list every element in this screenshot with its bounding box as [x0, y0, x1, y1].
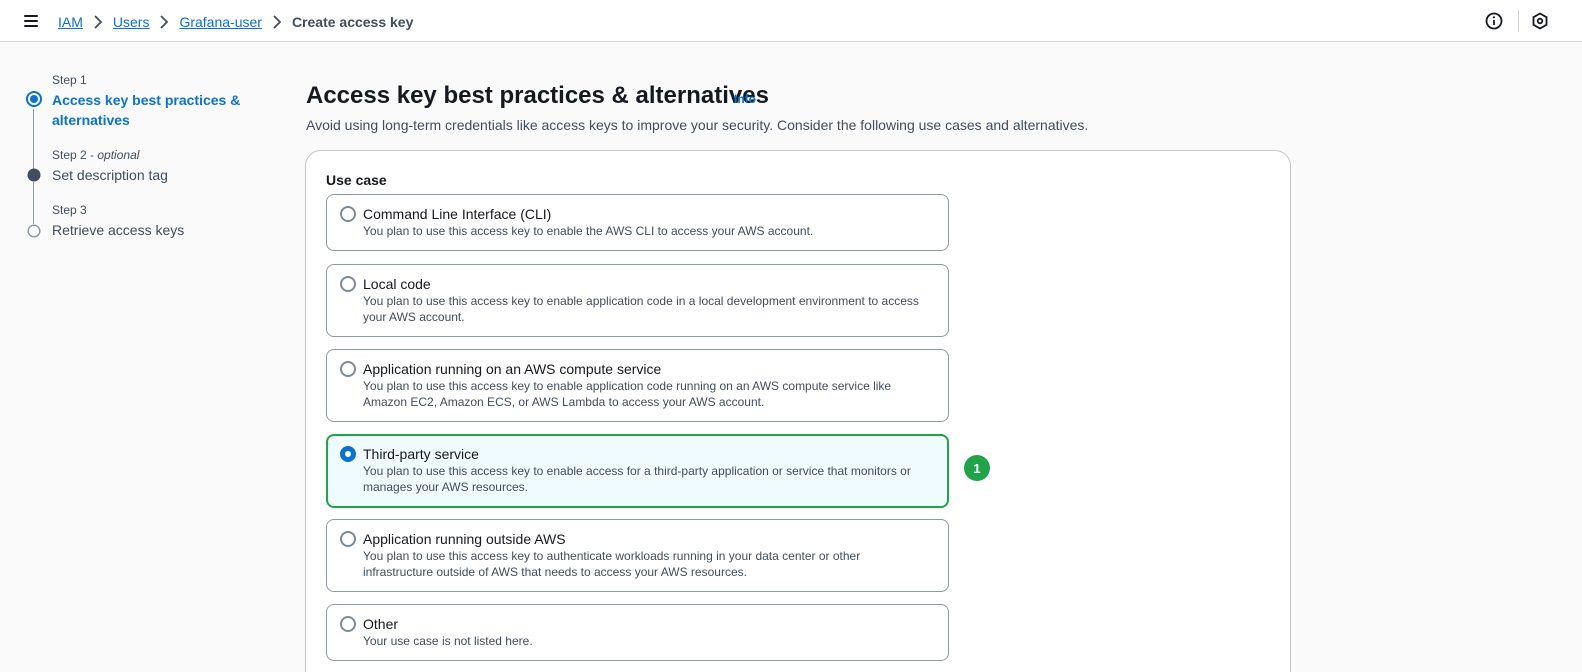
step-3-title: Retrieve access keys — [52, 222, 185, 238]
step-active-icon — [26, 91, 42, 112]
option-title: Command Line Interface (CLI) — [363, 206, 552, 222]
step-completed-icon — [26, 167, 42, 188]
use-case-option-third-party[interactable]: Third-party service You plan to use this… — [326, 434, 949, 508]
step-1-number: Step 1 — [52, 73, 87, 87]
annotation-badge: 1 — [964, 455, 990, 481]
info-circle-icon[interactable] — [1485, 12, 1503, 30]
page-title: Access key best practices & alternatives — [306, 82, 769, 109]
step-pending-icon — [26, 223, 42, 244]
step-2-title: Set description tag — [52, 167, 168, 183]
option-title: Local code — [363, 276, 431, 292]
option-desc-line1: You plan to use this access key to enabl… — [363, 294, 919, 308]
option-title: Third-party service — [363, 446, 479, 462]
option-description: You plan to use this access key to enabl… — [363, 378, 938, 410]
option-description: You plan to use this access key to enabl… — [363, 463, 938, 495]
use-case-option-outside-aws[interactable]: Application running outside AWS You plan… — [326, 519, 949, 592]
radio-button[interactable] — [340, 616, 356, 632]
hexagon-gear-icon[interactable] — [1531, 12, 1549, 30]
chevron-right-icon — [149, 14, 179, 30]
option-desc-line1: You plan to use this access key to enabl… — [363, 464, 911, 478]
use-case-label: Use case — [326, 172, 387, 188]
use-case-option-cli[interactable]: Command Line Interface (CLI) You plan to… — [326, 194, 949, 251]
radio-button-selected[interactable] — [340, 446, 356, 462]
option-desc-line2: Amazon EC2, Amazon ECS, or AWS Lambda to… — [363, 395, 765, 409]
option-desc-line2: infrastructure outside of AWS that needs… — [363, 565, 747, 579]
radio-button[interactable] — [340, 276, 356, 292]
step-2-optional: optional — [97, 148, 140, 162]
option-description: You plan to use this access key to enabl… — [363, 223, 938, 239]
option-title: Application running outside AWS — [363, 531, 566, 547]
use-case-option-aws-compute[interactable]: Application running on an AWS compute se… — [326, 349, 949, 422]
step-2-number-text: Step 2 — [52, 148, 87, 162]
option-title: Application running on an AWS compute se… — [363, 361, 662, 377]
option-desc-line2: manages your AWS resources. — [363, 480, 528, 494]
step-1-title-line2: alternatives — [52, 112, 130, 128]
step-1-title-line1: Access key best practices & — [52, 92, 241, 108]
option-desc-line1: You plan to use this access key to enabl… — [363, 224, 814, 238]
option-desc-line1: You plan to use this access key to enabl… — [363, 379, 892, 393]
option-description: You plan to use this access key to authe… — [363, 548, 938, 580]
hamburger-menu-icon[interactable] — [22, 13, 40, 29]
use-case-option-other[interactable]: Other Your use case is not listed here. — [326, 604, 949, 661]
breadcrumb-iam-link[interactable]: IAM — [58, 14, 83, 30]
chevron-right-icon — [262, 14, 292, 30]
option-desc-line1: Your use case is not listed here. — [363, 634, 533, 648]
chevron-right-icon — [83, 14, 113, 30]
breadcrumb-current-page: Create access key — [291, 14, 414, 30]
page-description: Avoid using long-term credentials like a… — [306, 117, 1089, 133]
step-3-number: Step 3 — [52, 203, 87, 217]
step-2-number: Step 2 - optional — [52, 148, 140, 162]
breadcrumb-grafana-user-link[interactable]: Grafana-user — [179, 14, 261, 30]
radio-button[interactable] — [340, 531, 356, 547]
radio-button[interactable] — [340, 361, 356, 377]
option-desc-line2: your AWS account. — [363, 310, 465, 324]
info-link[interactable]: Info — [734, 92, 756, 106]
top-navigation-bar: IAM Users Grafana-user Create access key — [0, 0, 1582, 42]
step-connector-line — [33, 109, 34, 173]
option-description: You plan to use this access key to enabl… — [363, 293, 938, 325]
radio-button[interactable] — [340, 206, 356, 222]
option-title: Other — [363, 616, 399, 632]
step-connector-line — [33, 181, 34, 224]
option-description: Your use case is not listed here. — [363, 633, 938, 649]
use-case-option-local-code[interactable]: Local code You plan to use this access k… — [326, 264, 949, 337]
option-desc-line1: You plan to use this access key to authe… — [363, 549, 861, 563]
breadcrumb-users-link[interactable]: Users — [113, 14, 150, 30]
toolbar-divider — [1518, 10, 1519, 32]
breadcrumb: IAM Users Grafana-user Create access key — [58, 12, 413, 32]
